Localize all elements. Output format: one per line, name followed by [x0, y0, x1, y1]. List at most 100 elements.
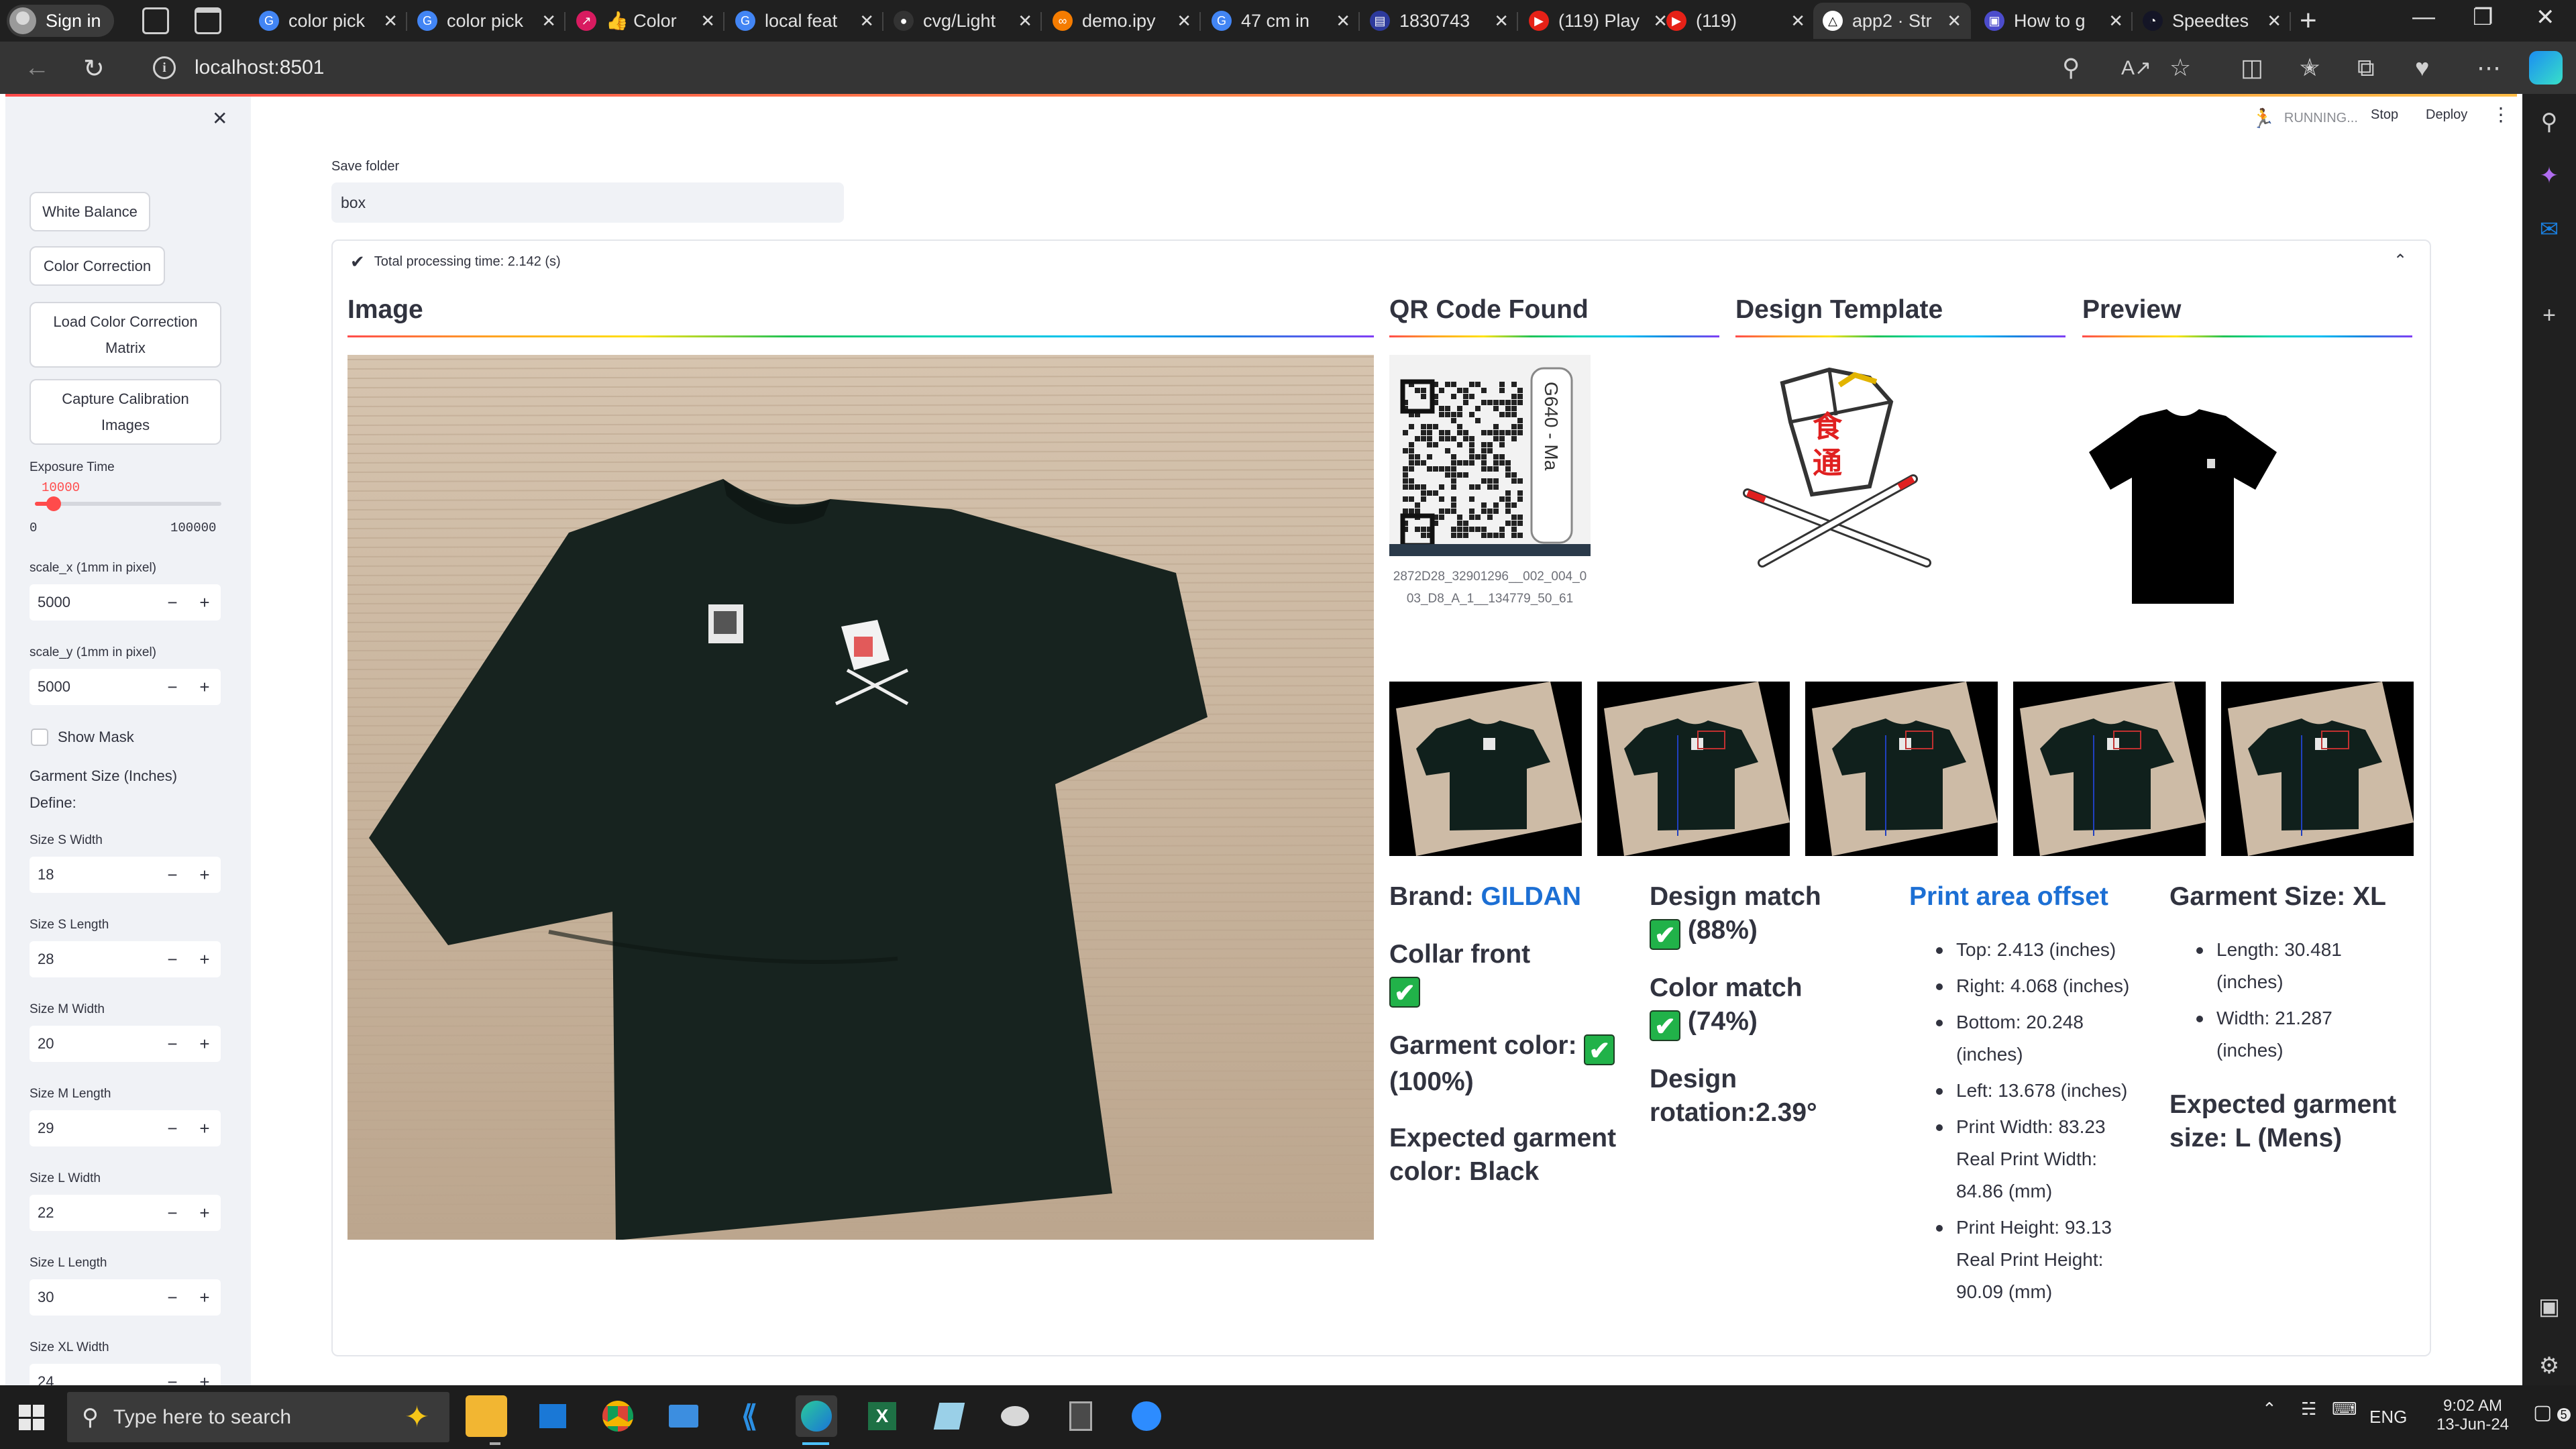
browser-tab[interactable]: ◔ Speedtes ✕	[2133, 3, 2291, 39]
sidebar-add-icon[interactable]: +	[2533, 299, 2565, 331]
size-number-input[interactable]: 29− +	[30, 1110, 221, 1146]
scale-y-decrement[interactable]: −	[156, 677, 189, 698]
browser-tab[interactable]: ▣ How to g ✕	[1975, 3, 2133, 39]
exposure-slider-thumb[interactable]	[46, 496, 61, 511]
size-increment[interactable]: +	[189, 1118, 221, 1139]
tray-chevron-icon[interactable]: ⌃	[2262, 1399, 2277, 1419]
color-correction-button[interactable]: Color Correction	[30, 246, 165, 286]
browser-tab[interactable]: ▶ (119) ✕	[1657, 3, 1815, 39]
screenshot-icon[interactable]: ▣	[2533, 1291, 2565, 1323]
workspaces-icon[interactable]	[142, 7, 169, 34]
zoom-icon[interactable]: ⚲	[2062, 54, 2080, 82]
site-info-icon[interactable]: i	[153, 56, 176, 79]
store-icon[interactable]	[532, 1395, 574, 1437]
sidebar-search-icon[interactable]: ⚲	[2533, 106, 2565, 138]
scale-y-increment[interactable]: +	[189, 677, 221, 698]
expander-header[interactable]: ✔ Total processing time: 2.142 (s)	[350, 252, 561, 272]
tab-close-icon[interactable]: ✕	[1790, 11, 1805, 32]
more-menu-icon[interactable]: ⋯	[2477, 54, 2501, 82]
paint-icon[interactable]	[994, 1395, 1036, 1437]
browser-tab[interactable]: Gcolor pick ✕	[250, 3, 407, 39]
size-value[interactable]: 20	[30, 1035, 156, 1053]
size-decrement[interactable]: −	[156, 1118, 189, 1139]
white-balance-button[interactable]: White Balance	[30, 192, 150, 231]
minimize-button[interactable]: —	[2412, 4, 2435, 30]
tab-close-icon[interactable]: ✕	[1336, 11, 1350, 32]
performance-icon[interactable]: ♥	[2415, 54, 2429, 82]
size-increment[interactable]: +	[189, 1287, 221, 1308]
windows-start-icon[interactable]	[19, 1405, 44, 1430]
sidebar-settings-icon[interactable]: ⚙	[2533, 1350, 2565, 1382]
wifi-icon[interactable]: ☵	[2301, 1399, 2316, 1419]
tab-close-icon[interactable]: ✕	[2108, 11, 2123, 32]
scale-x-input[interactable]: 5000 − +	[30, 584, 221, 621]
favorites-icon[interactable]: ✭	[2300, 54, 2320, 82]
calculator-icon[interactable]	[1060, 1395, 1102, 1437]
chrome-icon[interactable]	[597, 1395, 639, 1437]
browser-tab[interactable]: Glocal feat ✕	[726, 3, 883, 39]
size-value[interactable]: 29	[30, 1120, 156, 1137]
tab-close-icon[interactable]: ✕	[1177, 11, 1191, 32]
size-number-input[interactable]: 28− +	[30, 941, 221, 977]
browser-tab[interactable]: ● cvg/Light ✕	[884, 3, 1042, 39]
tab-close-icon[interactable]: ✕	[859, 11, 874, 32]
vscode-icon[interactable]: ⟪	[729, 1395, 770, 1437]
clock[interactable]: 9:02 AM 13-Jun-24	[2432, 1397, 2513, 1434]
size-number-input[interactable]: 20− +	[30, 1026, 221, 1062]
show-mask-checkbox[interactable]	[31, 729, 48, 746]
browser-tab[interactable]: ▶ (119) Play ✕	[1519, 3, 1677, 39]
remote-desktop-icon[interactable]	[663, 1395, 704, 1437]
size-decrement[interactable]: −	[156, 1287, 189, 1308]
main-menu-button[interactable]: ⋮	[2491, 103, 2510, 125]
browser-tab[interactable]: G 47 cm in ✕	[1202, 3, 1360, 39]
refresh-button[interactable]: ↻	[83, 54, 105, 84]
deploy-button[interactable]: Deploy	[2426, 107, 2467, 123]
excel-icon[interactable]: X	[861, 1395, 903, 1437]
size-number-input[interactable]: 30− +	[30, 1279, 221, 1316]
size-increment[interactable]: +	[189, 1203, 221, 1224]
sidebar-copilot-icon[interactable]: ✦	[2533, 160, 2565, 192]
edge-icon[interactable]	[796, 1395, 837, 1437]
brand-value[interactable]: GILDAN	[1481, 882, 1582, 911]
size-value[interactable]: 28	[30, 951, 156, 968]
tab-close-icon[interactable]: ✕	[383, 11, 398, 32]
url-bar[interactable]: i localhost:8501	[153, 49, 2098, 87]
browser-tab[interactable]: ∞ demo.ipy ✕	[1043, 3, 1201, 39]
browser-tab[interactable]: Gcolor pick ✕	[408, 3, 566, 39]
new-tab-button[interactable]: +	[2300, 4, 2317, 38]
read-aloud-icon[interactable]: A↗	[2121, 56, 2151, 80]
sidebar-close-icon[interactable]: ✕	[212, 107, 227, 129]
split-screen-icon[interactable]: ◫	[2241, 54, 2263, 82]
load-matrix-button[interactable]: Load Color Correction Matrix	[30, 302, 221, 368]
copilot-icon[interactable]	[2529, 51, 2563, 85]
tab-actions-icon[interactable]	[195, 7, 221, 34]
favorite-star-icon[interactable]: ☆	[2169, 54, 2191, 82]
chevron-up-icon[interactable]: ⌃	[2394, 251, 2407, 270]
profile-button[interactable]: Sign in	[7, 5, 114, 37]
stop-button[interactable]: Stop	[2371, 107, 2398, 123]
size-number-input[interactable]: 18− +	[30, 857, 221, 893]
browser-tab[interactable]: ▤ 1830743 ✕	[1360, 3, 1518, 39]
browser-tab[interactable]: △ app2 · Str ✕	[1813, 3, 1971, 39]
size-decrement[interactable]: −	[156, 865, 189, 885]
capture-calibration-button[interactable]: Capture Calibration Images	[30, 379, 221, 445]
keyboard-icon[interactable]: ⌨	[2332, 1399, 2357, 1419]
zoom-app-icon[interactable]	[1126, 1395, 1167, 1437]
size-increment[interactable]: +	[189, 949, 221, 970]
collections-icon[interactable]: ⧉	[2357, 54, 2375, 83]
size-increment[interactable]: +	[189, 865, 221, 885]
scale-y-input[interactable]: 5000 − +	[30, 669, 221, 705]
tab-close-icon[interactable]: ✕	[2267, 11, 2282, 32]
exposure-slider-track[interactable]	[35, 502, 221, 506]
close-window-button[interactable]: ✕	[2536, 4, 2555, 31]
taskbar-search[interactable]: ⚲ Type here to search ✦	[67, 1392, 449, 1442]
outlook-icon[interactable]: ✉	[2533, 213, 2565, 246]
size-decrement[interactable]: −	[156, 1203, 189, 1224]
scale-y-value[interactable]: 5000	[30, 678, 156, 696]
size-decrement[interactable]: −	[156, 949, 189, 970]
size-increment[interactable]: +	[189, 1034, 221, 1055]
language-indicator[interactable]: ENG	[2369, 1407, 2407, 1428]
tab-close-icon[interactable]: ✕	[1018, 11, 1032, 32]
size-number-input[interactable]: 22− +	[30, 1195, 221, 1231]
scale-x-increment[interactable]: +	[189, 592, 221, 613]
